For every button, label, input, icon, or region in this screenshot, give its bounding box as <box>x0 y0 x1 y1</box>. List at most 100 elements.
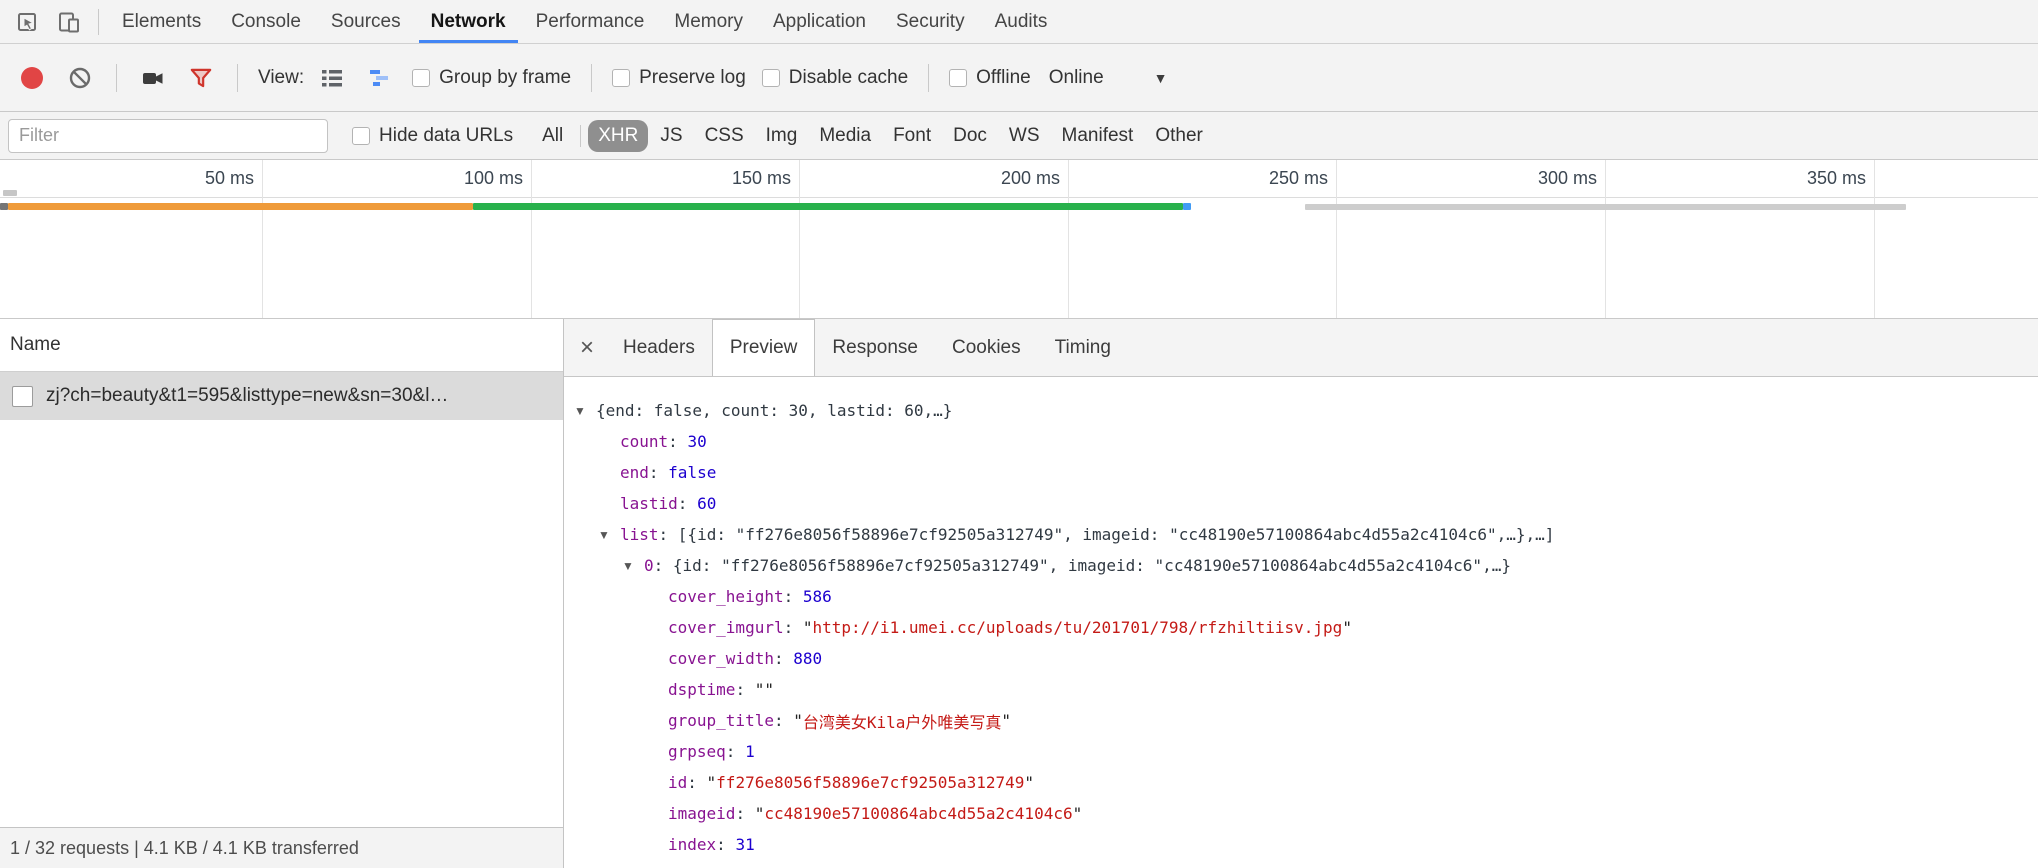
timeline-tick-label: 300 ms <box>1538 168 1597 189</box>
inspect-element-icon[interactable] <box>6 0 48 43</box>
network-filter-bar: Hide data URLs All XHRJSCSSImgMediaFontDo… <box>0 112 2038 160</box>
disable-cache-checkbox[interactable]: Disable cache <box>762 67 908 89</box>
close-details-button[interactable]: × <box>568 319 606 376</box>
tab-elements[interactable]: Elements <box>107 0 216 43</box>
hide-data-urls-checkbox[interactable]: Hide data URLs <box>352 125 513 147</box>
offline-checkbox[interactable]: Offline <box>949 67 1031 89</box>
preview-row-lastid[interactable]: lastid: 60 <box>564 488 2038 519</box>
tab-application[interactable]: Application <box>758 0 881 43</box>
filter-pill-media[interactable]: Media <box>809 120 881 152</box>
filter-pill-js[interactable]: JS <box>650 120 692 152</box>
timeline-tick-label: 50 ms <box>205 168 254 189</box>
quote: " <box>1073 804 1083 823</box>
waterfall-icon <box>366 64 394 92</box>
expand-arrow-icon[interactable]: ▼ <box>574 404 596 418</box>
preview-row-cover_imgurl[interactable]: cover_imgurl: "http://i1.umei.cc/uploads… <box>564 612 2038 643</box>
preview-row-0[interactable]: ▼0: {id: "ff276e8056f58896e7cf92505a3127… <box>564 550 2038 581</box>
request-row[interactable]: zj?ch=beauty&t1=595&listtype=new&sn=30&l… <box>0 372 563 420</box>
detail-tab-response[interactable]: Response <box>815 319 935 376</box>
tab-security[interactable]: Security <box>881 0 980 43</box>
json-key: group_title <box>668 711 774 730</box>
record-icon <box>21 67 43 89</box>
group-by-frame-checkbox[interactable]: Group by frame <box>412 67 571 89</box>
json-string-value: 台湾美女Kila户外唯美写真 <box>803 709 1002 733</box>
request-checkbox[interactable] <box>12 386 33 407</box>
filter-pill-manifest[interactable]: Manifest <box>1052 120 1144 152</box>
list-view-icon <box>318 64 346 92</box>
network-main: Name zj?ch=beauty&t1=595&listtype=new&sn… <box>0 318 2038 868</box>
filter-pill-font[interactable]: Font <box>883 120 941 152</box>
preview-row-dsptime[interactable]: dsptime: "" <box>564 674 2038 705</box>
timeline-tick-label: 250 ms <box>1269 168 1328 189</box>
filter-pill-all[interactable]: All <box>532 120 573 152</box>
show-overview-button[interactable] <box>364 62 396 94</box>
filter-pill-ws[interactable]: WS <box>999 120 1050 152</box>
throttling-select[interactable]: Online <box>1049 67 1104 89</box>
tab-performance[interactable]: Performance <box>521 0 660 43</box>
tab-audits[interactable]: Audits <box>980 0 1063 43</box>
quote: " <box>1001 711 1011 730</box>
quote: " <box>803 618 813 637</box>
tab-network[interactable]: Network <box>416 0 521 43</box>
quote: " <box>1342 618 1352 637</box>
preview-row-count[interactable]: count: 30 <box>564 426 2038 457</box>
device-toolbar-icon[interactable] <box>48 0 90 43</box>
timeline-gridline <box>531 160 532 318</box>
filter-pill-css[interactable]: CSS <box>695 120 754 152</box>
name-column-header[interactable]: Name <box>0 319 563 372</box>
preview-row-end[interactable]: end: false <box>564 457 2038 488</box>
detail-tab-preview[interactable]: Preview <box>712 319 816 376</box>
preview-row-list[interactable]: ▼list: [{id: "ff276e8056f58896e7cf92505a… <box>564 519 2038 550</box>
json-key: grpseq <box>668 742 726 761</box>
use-large-rows-button[interactable] <box>316 62 348 94</box>
clear-button[interactable] <box>64 62 96 94</box>
detail-tab-headers[interactable]: Headers <box>606 319 712 376</box>
json-colon: : <box>784 618 803 637</box>
json-colon: : <box>716 835 735 854</box>
json-number-value: 31 <box>735 835 754 854</box>
filter-pill-xhr[interactable]: XHR <box>588 120 648 152</box>
chevron-down-icon[interactable]: ▼ <box>1154 70 1168 86</box>
json-number-value: 1 <box>745 742 755 761</box>
capture-screenshots-button[interactable] <box>137 62 169 94</box>
detail-tab-cookies[interactable]: Cookies <box>935 319 1038 376</box>
checkbox-box[interactable] <box>412 69 430 87</box>
preserve-log-checkbox[interactable]: Preserve log <box>612 67 746 89</box>
json-colon: : <box>774 711 793 730</box>
checkbox-box[interactable] <box>612 69 630 87</box>
requests-list-empty-area <box>0 420 563 827</box>
preview-row-imageid[interactable]: imageid: "cc48190e57100864abc4d55a2c4104… <box>564 798 2038 829</box>
preview-row-cover_height[interactable]: cover_height: 586 <box>564 581 2038 612</box>
preview-row-group_title[interactable]: group_title: "台湾美女Kila户外唯美写真" <box>564 705 2038 736</box>
filter-pill-other[interactable]: Other <box>1145 120 1213 152</box>
tab-sources[interactable]: Sources <box>316 0 416 43</box>
preview-row-root[interactable]: ▼{end: false, count: 30, lastid: 60,…} <box>564 395 2038 426</box>
checkbox-box[interactable] <box>949 69 967 87</box>
preview-row-grpseq[interactable]: grpseq: 1 <box>564 736 2038 767</box>
checkbox-box[interactable] <box>352 127 370 145</box>
preview-row-id[interactable]: id: "ff276e8056f58896e7cf92505a312749" <box>564 767 2038 798</box>
tab-console[interactable]: Console <box>216 0 316 43</box>
expand-arrow-icon[interactable]: ▼ <box>622 559 644 573</box>
checkbox-box[interactable] <box>762 69 780 87</box>
filter-button[interactable] <box>185 62 217 94</box>
requests-status-bar: 1 / 32 requests | 4.1 KB / 4.1 KB transf… <box>0 827 563 868</box>
network-overview[interactable]: 50 ms100 ms150 ms200 ms250 ms300 ms350 m… <box>0 160 2038 318</box>
filter-pill-doc[interactable]: Doc <box>943 120 997 152</box>
json-colon: : <box>687 773 706 792</box>
filter-pill-img[interactable]: Img <box>756 120 808 152</box>
timeline-tick-label: 150 ms <box>732 168 791 189</box>
detail-tabs: × HeadersPreviewResponseCookiesTiming <box>564 319 2038 377</box>
detail-tab-timing[interactable]: Timing <box>1038 319 1128 376</box>
disable-cache-label: Disable cache <box>789 67 908 89</box>
record-button[interactable] <box>16 62 48 94</box>
tab-memory[interactable]: Memory <box>659 0 758 43</box>
json-colon: : <box>649 463 668 482</box>
filter-input[interactable] <box>8 119 328 153</box>
preview-row-index[interactable]: index: 31 <box>564 829 2038 860</box>
preview-row-cover_width[interactable]: cover_width: 880 <box>564 643 2038 674</box>
json-colon: : <box>735 804 754 823</box>
expand-arrow-icon[interactable]: ▼ <box>598 528 620 542</box>
overview-request-bar-segment <box>1183 203 1191 210</box>
preview-tree: ▼{end: false, count: 30, lastid: 60,…}co… <box>564 377 2038 868</box>
